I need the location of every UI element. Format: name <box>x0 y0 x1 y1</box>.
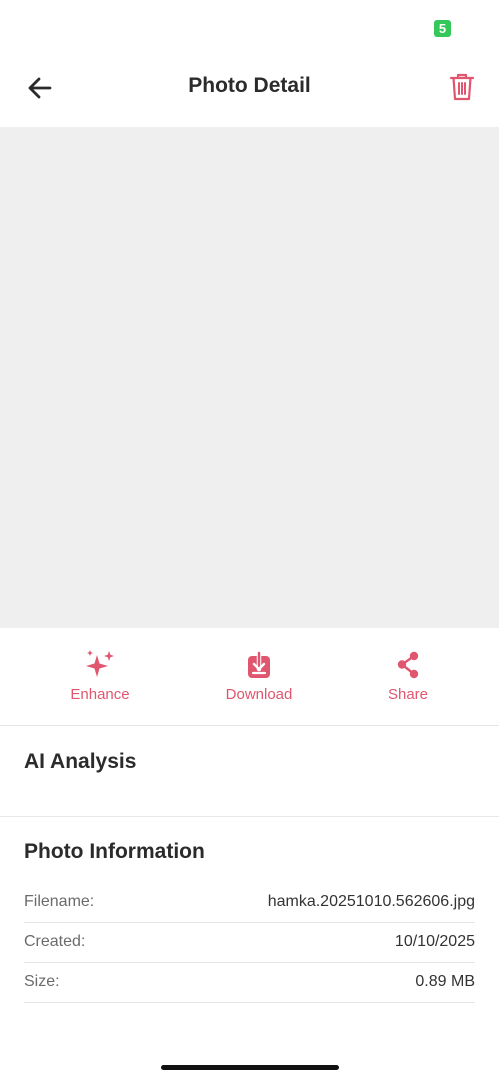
delete-button[interactable] <box>444 69 480 105</box>
filename-label: Filename: <box>24 893 95 910</box>
notification-badge: 5 <box>434 20 451 37</box>
photo-preview[interactable] <box>0 127 499 628</box>
enhance-button[interactable]: Enhance <box>40 650 160 703</box>
home-indicator <box>161 1065 339 1070</box>
share-icon <box>397 651 419 679</box>
ai-analysis-title: AI Analysis <box>24 750 137 773</box>
download-label: Download <box>225 686 293 703</box>
share-button[interactable]: Share <box>348 650 468 703</box>
action-bar: Enhance Download Share <box>0 628 499 726</box>
app-header: Photo Detail <box>0 56 499 127</box>
filename-value: hamka.20251010.562606.jpg <box>267 893 475 910</box>
page-title: Photo Detail <box>188 74 311 97</box>
info-row-filename: Filename: hamka.20251010.562606.jpg <box>24 883 475 923</box>
sparkles-icon <box>86 650 114 677</box>
download-button[interactable]: Download <box>199 650 319 703</box>
info-row-size: Size: 0.89 MB <box>24 963 475 1003</box>
size-label: Size: <box>24 973 60 990</box>
photo-information-title: Photo Information <box>24 840 205 863</box>
download-icon <box>248 650 270 678</box>
info-row-created: Created: 10/10/2025 <box>24 923 475 963</box>
size-value: 0.89 MB <box>415 973 475 990</box>
created-value: 10/10/2025 <box>394 933 475 950</box>
section-divider <box>0 816 499 817</box>
created-label: Created: <box>24 933 86 950</box>
trash-icon <box>449 73 475 101</box>
status-bar: 5 <box>0 0 499 56</box>
share-label: Share <box>387 686 429 703</box>
enhance-label: Enhance <box>70 686 130 703</box>
